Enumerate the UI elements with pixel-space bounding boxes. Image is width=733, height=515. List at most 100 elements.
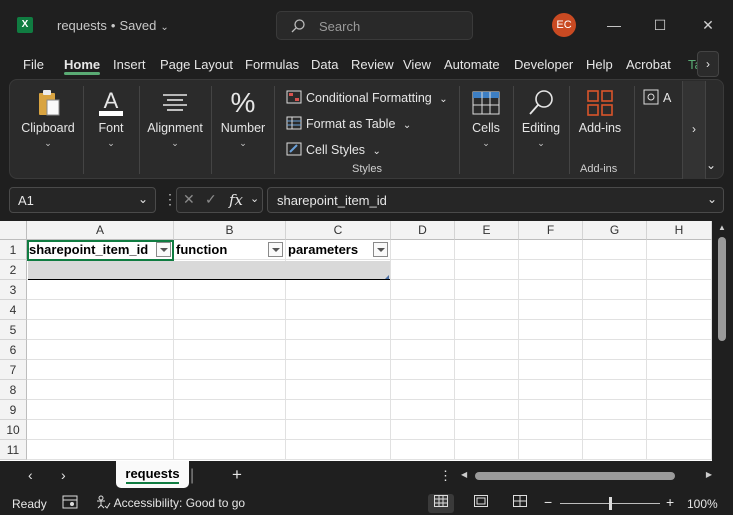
zoom-in-button[interactable]: + [666, 494, 674, 510]
grid-cell[interactable] [27, 340, 174, 360]
zoom-out-button[interactable]: − [544, 494, 552, 510]
column-header-c[interactable]: C [286, 221, 391, 240]
tab-acrobat[interactable]: Acrobat [626, 57, 671, 72]
tab-data[interactable]: Data [311, 57, 338, 72]
grid-cell[interactable] [174, 340, 286, 360]
grid-cell[interactable] [647, 340, 712, 360]
tab-automate[interactable]: Automate [444, 57, 500, 72]
grid-cell[interactable] [455, 400, 519, 420]
name-box[interactable]: A1 ⌄ [9, 187, 156, 213]
grid-cell[interactable] [27, 360, 174, 380]
alignment-button[interactable]: Alignment ⌄ [144, 88, 206, 149]
grid-cell[interactable] [27, 400, 174, 420]
grid-cell[interactable] [647, 320, 712, 340]
grid-cell[interactable] [647, 440, 712, 460]
row-header[interactable]: 5 [0, 320, 27, 340]
grid-cell[interactable] [174, 380, 286, 400]
avatar[interactable]: EC [552, 13, 576, 37]
grid-cell[interactable] [391, 380, 455, 400]
grid-cell[interactable] [27, 320, 174, 340]
document-title[interactable]: requests • Saved ⌄ [57, 18, 169, 33]
row-header[interactable]: 8 [0, 380, 27, 400]
accessibility-status[interactable]: Accessibility: Good to go [95, 495, 245, 510]
grid-cell[interactable] [391, 360, 455, 380]
format-as-table-button[interactable]: Format as Table ⌄ [286, 115, 411, 131]
grid-cell[interactable] [391, 400, 455, 420]
grid-cell[interactable] [583, 400, 647, 420]
grid-cell[interactable] [647, 400, 712, 420]
grid-cell[interactable] [286, 420, 391, 440]
tab-help[interactable]: Help [586, 57, 613, 72]
select-all-corner[interactable] [0, 221, 27, 240]
grid-cell[interactable] [391, 340, 455, 360]
grid-cell[interactable] [455, 440, 519, 460]
scroll-up-icon[interactable]: ▲ [718, 223, 726, 232]
sheet-tab-requests[interactable]: requests [116, 461, 189, 488]
conditional-formatting-button[interactable]: Conditional Formatting ⌄ [286, 89, 448, 105]
grid-cell[interactable] [391, 240, 455, 260]
grid-cell[interactable] [519, 320, 583, 340]
grid-cell[interactable] [647, 420, 712, 440]
grid-cell[interactable] [583, 420, 647, 440]
tab-view[interactable]: View [403, 57, 431, 72]
column-header-f[interactable]: F [519, 221, 583, 240]
row-header[interactable]: 4 [0, 300, 27, 320]
minimize-button[interactable]: — [603, 14, 625, 36]
grid-cell[interactable] [583, 320, 647, 340]
table-resize-handle[interactable] [385, 275, 389, 279]
row-header[interactable]: 7 [0, 360, 27, 380]
grid-cell[interactable] [519, 300, 583, 320]
grid-cell[interactable] [455, 260, 519, 280]
grid-cell[interactable] [455, 340, 519, 360]
insert-function-icon[interactable]: fx [229, 191, 243, 209]
page-break-view-button[interactable] [507, 494, 533, 513]
grid-cell[interactable] [647, 260, 712, 280]
tab-formulas[interactable]: Formulas [245, 57, 299, 72]
zoom-level[interactable]: 100% [687, 497, 718, 511]
column-header-b[interactable]: B [174, 221, 286, 240]
grid-cell[interactable] [27, 380, 174, 400]
worksheet-grid[interactable]: A B C D E F G H 1 2 3 4 5 6 7 8 9 10 11 … [0, 221, 712, 461]
vertical-scroll-thumb[interactable] [718, 237, 726, 341]
font-button[interactable]: A Font ⌄ [88, 88, 134, 149]
grid-cell[interactable] [391, 420, 455, 440]
table-row[interactable] [28, 261, 390, 280]
grid-cell[interactable] [519, 340, 583, 360]
row-header[interactable]: 6 [0, 340, 27, 360]
column-header-d[interactable]: D [391, 221, 455, 240]
grid-cell[interactable] [455, 240, 519, 260]
add-ins-button[interactable]: Add-ins [574, 88, 626, 135]
grid-cell[interactable] [519, 420, 583, 440]
grid-cell[interactable] [286, 340, 391, 360]
next-sheet-icon[interactable]: › [61, 467, 66, 483]
grid-cell[interactable] [519, 260, 583, 280]
grid-cell[interactable] [27, 300, 174, 320]
horizontal-scroll-thumb[interactable] [475, 472, 675, 480]
tab-file[interactable]: File [23, 57, 44, 72]
grid-cell[interactable] [286, 380, 391, 400]
grid-cell[interactable] [286, 280, 391, 300]
grid-cell[interactable] [286, 440, 391, 460]
column-header-a[interactable]: A [27, 221, 174, 240]
grid-cell[interactable] [583, 240, 647, 260]
acrobat-partial-button[interactable]: A [643, 89, 671, 105]
grid-cell[interactable] [391, 440, 455, 460]
tabs-scroll-right-button[interactable]: › [697, 51, 719, 77]
grid-cell[interactable] [583, 260, 647, 280]
enter-check-icon[interactable]: ✓ [205, 191, 217, 208]
grid-cell[interactable] [583, 340, 647, 360]
macro-recording-icon[interactable] [62, 495, 78, 512]
number-button[interactable]: % Number ⌄ [216, 87, 270, 149]
grid-cell[interactable] [391, 300, 455, 320]
tab-review[interactable]: Review [351, 57, 394, 72]
row-header[interactable]: 3 [0, 280, 27, 300]
grid-cell[interactable] [174, 360, 286, 380]
grid-cell[interactable] [583, 280, 647, 300]
filter-dropdown-icon[interactable] [373, 242, 388, 257]
grid-cell[interactable] [174, 300, 286, 320]
header-cell-c1[interactable]: parameters [286, 240, 391, 260]
grid-cell[interactable] [286, 400, 391, 420]
ribbon-scroll-right-button[interactable]: › [682, 81, 706, 179]
grid-cell[interactable] [286, 300, 391, 320]
grid-cell[interactable] [519, 400, 583, 420]
